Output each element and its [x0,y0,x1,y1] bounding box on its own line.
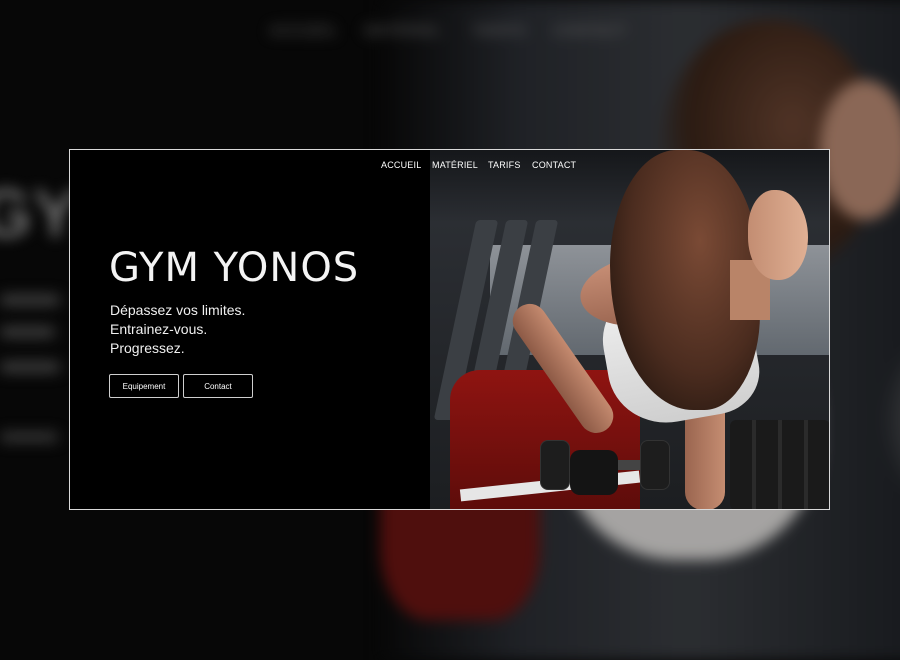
hero-title: GYM YONOS [109,245,360,291]
tagline-line-2: Entrainez-vous. [110,321,208,337]
nav-materiel[interactable]: MATÉRIEL [432,160,478,170]
contact-button[interactable]: Contact [183,374,253,398]
nav-tarifs[interactable]: TARIFS [488,160,521,170]
website-preview: ACCUEIL MATÉRIEL TARIFS CONTACT GYM YONO… [69,149,830,510]
nav-contact[interactable]: CONTACT [532,160,576,170]
equipement-button[interactable]: Equipement [109,374,179,398]
tagline-line-1: Dépassez vos limites. [110,302,246,318]
tagline-line-3: Progressez. [110,340,185,356]
glove [570,450,618,495]
main-nav: ACCUEIL MATÉRIEL TARIFS CONTACT [70,160,829,176]
nav-accueil[interactable]: ACCUEIL [381,160,421,170]
hero-photo [430,150,829,509]
